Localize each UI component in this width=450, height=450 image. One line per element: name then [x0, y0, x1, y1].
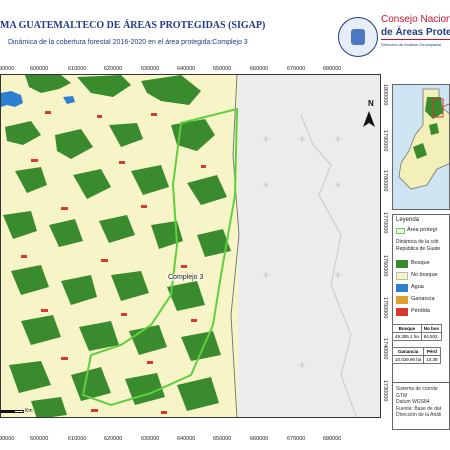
map-title: MA GUATEMALTECO DE ÁREAS PROTEGIDAS (SIG…	[0, 20, 266, 31]
side-panel: Leyenda Área protegi Dinámica de la cob …	[391, 84, 450, 430]
brand-divider	[381, 39, 450, 40]
conap-brand-line2: de Áreas Protegi	[381, 27, 450, 38]
x-tick-bottom: 640000	[177, 436, 196, 442]
stats-tables: Bosque No bos 49,355.1 ha 84,502. Gananc…	[391, 324, 450, 382]
legend-item-ganancia: Ganancia	[396, 295, 450, 305]
x-tick-top: 660000	[250, 66, 269, 72]
forest-cover-map	[1, 75, 380, 417]
guatemala-seal-icon	[338, 17, 378, 57]
x-tick-top: 650000	[213, 66, 232, 72]
x-tick-top: 610000	[68, 66, 87, 72]
country-shape	[398, 88, 449, 190]
x-tick-bottom: 680000	[323, 436, 342, 442]
map-info-box: Sistema de coorde GTM Datum WGS84 Fuente…	[392, 382, 450, 430]
x-tick-top: 630000	[141, 66, 160, 72]
legend-dynamics-heading: Dinámica de la cob República de Guate	[396, 239, 441, 252]
y-tick: 1750000	[382, 297, 388, 319]
conap-brand-line3: Dirección de Análisis Geoespacial	[381, 42, 442, 47]
y-tick: 1800000	[382, 84, 388, 106]
map-header: MA GUATEMALTECO DE ÁREAS PROTEGIDAS (SIG…	[0, 0, 450, 62]
conap-brand-line1: Consejo Nacional	[381, 14, 450, 25]
legend-item-bosque: Bosque	[396, 259, 450, 269]
north-label: N	[368, 99, 374, 108]
y-tick: 1730000	[382, 380, 388, 402]
legend-title: Leyenda	[396, 217, 420, 223]
area-label: Complejo 3	[167, 274, 205, 281]
stats-table-1: Bosque No bos 49,355.1 ha 84,502.	[392, 324, 443, 341]
protected-area-label: Área protegi	[407, 227, 437, 233]
x-tick-bottom: 660000	[250, 436, 269, 442]
y-tick: 1770000	[382, 212, 388, 234]
protected-area-swatch	[396, 228, 405, 234]
legend-item-agua: Agua	[396, 283, 450, 293]
x-tick-bottom: 620000	[104, 436, 123, 442]
map-subtitle: Dinámica de la cobertura forestal 2016-2…	[8, 39, 248, 46]
y-tick: 1790000	[382, 130, 388, 152]
x-tick-bottom: 590000	[0, 436, 15, 442]
x-tick-bottom: 630000	[141, 436, 160, 442]
x-tick-top: 640000	[177, 66, 196, 72]
stats-table-2: Ganancia Pérd 10,029.96 ha 10,39	[391, 347, 441, 364]
map-frame[interactable]: N Complejo 3	[0, 74, 381, 418]
locator-inset-map	[392, 84, 450, 210]
scale-unit: Km	[25, 408, 33, 414]
x-tick-top: 680000	[323, 66, 342, 72]
x-tick-bottom: 610000	[68, 436, 87, 442]
x-tick-top: 600000	[30, 66, 49, 72]
x-tick-top: 620000	[104, 66, 123, 72]
x-tick-bottom: 600000	[30, 436, 49, 442]
y-tick: 1740000	[382, 338, 388, 360]
x-tick-top: 670000	[287, 66, 306, 72]
legend-item-no-bosque: No bosque	[396, 271, 450, 281]
y-tick: 1760000	[382, 255, 388, 277]
x-tick-bottom: 670000	[287, 436, 306, 442]
legend-item-perdida: Pérdida	[396, 307, 450, 317]
outside-area	[238, 75, 380, 417]
x-tick-top: 590000	[0, 66, 15, 72]
x-tick-bottom: 650000	[213, 436, 232, 442]
y-tick: 1780000	[382, 170, 388, 192]
